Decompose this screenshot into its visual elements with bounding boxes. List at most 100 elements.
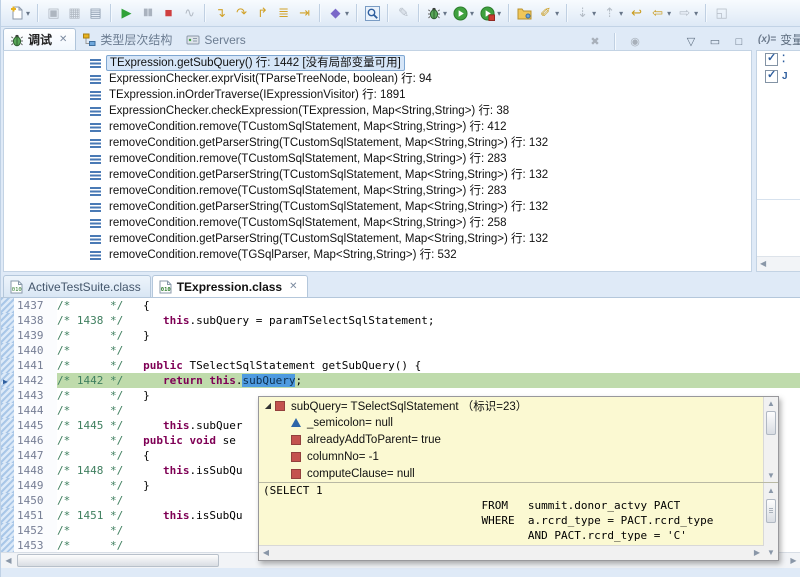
scroll-left-icon[interactable]: ◀ [259,546,273,560]
tab-type-hierarchy[interactable]: 类型层次结构 [76,29,180,50]
dropdown-caret-icon[interactable]: ▾ [497,9,501,18]
annotation-ruler[interactable] [1,478,14,493]
stack-frame[interactable]: removeCondition.remove(TCustomSqlStateme… [90,119,751,135]
stack-frame[interactable]: removeCondition.remove(TCustomSqlStateme… [90,183,751,199]
stack-frame[interactable]: TExpression.getSubQuery() 行: 1442 [没有局部变… [90,55,751,71]
stack-frame[interactable]: removeCondition.remove(TCustomSqlStateme… [90,151,751,167]
dropdown-caret-icon[interactable]: ▾ [694,9,698,18]
stack-frame[interactable]: removeCondition.getParserString(TCustomS… [90,167,751,183]
pause-button[interactable]: ▮▮ [137,2,158,24]
scroll-left-icon[interactable]: ◀ [1,553,16,568]
dropdown-caret-icon[interactable]: ▾ [345,9,349,18]
stack-frame[interactable]: removeCondition.getParserString(TCustomS… [90,199,751,215]
dropdown-caret-icon[interactable]: ▾ [555,9,559,18]
dropdown-caret-icon[interactable]: ▾ [26,9,30,18]
back-button[interactable]: ⇦▾ [647,2,674,24]
annotation-ruler[interactable] [1,388,14,403]
next-annotation-button[interactable]: ⇣▾ [572,2,599,24]
save-button[interactable]: ▣ [43,2,64,24]
annotation-ruler[interactable] [1,508,14,523]
open-folder-button[interactable] [514,2,535,24]
stack-frame[interactable]: removeCondition.getParserString(TCustomS… [90,231,751,247]
step-over-button[interactable]: ↷ [231,2,252,24]
stack-frame[interactable]: removeCondition.remove(TGSqlParser, Map<… [90,247,751,263]
checkbox-checked-icon[interactable] [765,70,778,83]
save-all-button[interactable]: ▦ [64,2,85,24]
scroll-left-icon[interactable]: ◀ [760,259,766,268]
inspect-tree-node[interactable]: computeClause= null [259,465,778,482]
popup-tree-vscroll-thumb[interactable] [766,411,776,435]
new-wizard-button[interactable]: ▾ [7,2,33,24]
run-button[interactable]: ▾ [450,2,477,24]
editor-hscroll-thumb[interactable] [17,554,219,567]
annotation-ruler[interactable] [1,433,14,448]
popup-detail-vscroll-thumb[interactable] [766,499,776,523]
scroll-down-icon[interactable]: ▼ [764,545,778,560]
scroll-up-icon[interactable]: ▲ [764,397,778,410]
tab-servers[interactable]: Servers [180,29,253,50]
dropdown-caret-icon[interactable]: ▾ [619,9,623,18]
variables-detail-sash[interactable] [757,199,800,200]
profile-button[interactable]: ◆▾ [325,2,352,24]
scroll-down-icon[interactable]: ▼ [764,469,778,482]
annotation-ruler[interactable] [1,403,14,418]
tab-variables[interactable]: (x)= 变量 [758,31,800,48]
inspect-tree-node[interactable]: _semicolon= null [259,414,778,431]
disconnect-button[interactable]: ∿ [179,2,200,24]
variables-item[interactable]: ⁚ [757,51,800,68]
terminate-button[interactable]: ■ [158,2,179,24]
annotation-ruler[interactable] [1,358,14,373]
expander-icon[interactable]: ◢ [263,401,273,410]
annotation-ruler[interactable] [1,328,14,343]
annotation-ruler[interactable] [1,448,14,463]
variables-item[interactable]: J [757,68,800,85]
stack-frame[interactable]: ExpressionChecker.checkExpression(TExpre… [90,103,751,119]
stack-frame[interactable]: removeCondition.remove(TCustomSqlStateme… [90,215,751,231]
scroll-right-icon[interactable]: ▶ [750,546,764,560]
stack-frame[interactable]: ExpressionChecker.exprVisit(TParseTreeNo… [90,71,751,87]
popup-detail-hscrollbar[interactable]: ◀ ▶ [259,545,764,560]
inspect-tree-node[interactable]: columnNo= -1 [259,448,778,465]
open-type-button[interactable] [362,2,383,24]
annotation-ruler[interactable] [1,343,14,358]
annotation-ruler[interactable] [1,538,14,553]
previous-annotation-button[interactable]: ⇡▾ [599,2,626,24]
dropdown-caret-icon[interactable]: ▾ [443,9,447,18]
print-button[interactable]: ▤ [85,2,106,24]
dropdown-caret-icon[interactable]: ▾ [470,9,474,18]
tab-debug[interactable]: 调试✕ [3,28,76,50]
editor-tab-texpression-class[interactable]: 010TExpression.class✕ [152,275,308,297]
popup-detail-vscrollbar[interactable]: ▲ ▼ [763,483,778,560]
coverage-button[interactable]: ▾ [477,2,504,24]
step-filters-button[interactable]: ⇥ [294,2,315,24]
step-into-button[interactable]: ↴ [210,2,231,24]
step-return-button[interactable]: ↱ [252,2,273,24]
annotation-ruler[interactable]: ▶ [1,373,14,388]
scroll-up-icon[interactable]: ▲ [764,483,778,498]
annotation-ruler[interactable] [1,298,14,313]
mark-occurrences-button[interactable]: ✎ [393,2,414,24]
inspect-tree-node[interactable]: alreadyAddToParent= true [259,431,778,448]
annotation-ruler[interactable] [1,493,14,508]
close-icon[interactable]: ✕ [59,34,67,45]
dropdown-caret-icon[interactable]: ▾ [592,9,596,18]
close-icon[interactable]: ✕ [289,281,297,292]
annotation-ruler[interactable] [1,313,14,328]
restore-window-button[interactable]: ◱ [711,2,732,24]
last-edit-location-button[interactable]: ↩ [626,2,647,24]
drop-to-frame-button[interactable]: ≣ [273,2,294,24]
annotation-ruler[interactable] [1,523,14,538]
editor-tab-activetestsuite-class[interactable]: 010ActiveTestSuite.class [3,275,151,297]
dropdown-caret-icon[interactable]: ▾ [667,9,671,18]
inspect-tree-node[interactable]: ◢subQuery= TSelectSqlStatement （标识=23） [259,397,778,414]
annotation-ruler[interactable] [1,463,14,478]
annotation-ruler[interactable] [1,418,14,433]
popup-tree-vscrollbar[interactable]: ▲ ▼ [763,397,778,482]
variables-hscrollbar[interactable]: ◀ [757,256,800,271]
annotate-brush-button[interactable]: ✐▾ [535,2,562,24]
scroll-right-icon[interactable]: ▶ [786,553,800,568]
forward-button[interactable]: ⇨▾ [674,2,701,24]
stack-frame[interactable]: removeCondition.getParserString(TCustomS… [90,135,751,151]
checkbox-checked-icon[interactable] [765,53,778,66]
resume-button[interactable]: ▶ [116,2,137,24]
